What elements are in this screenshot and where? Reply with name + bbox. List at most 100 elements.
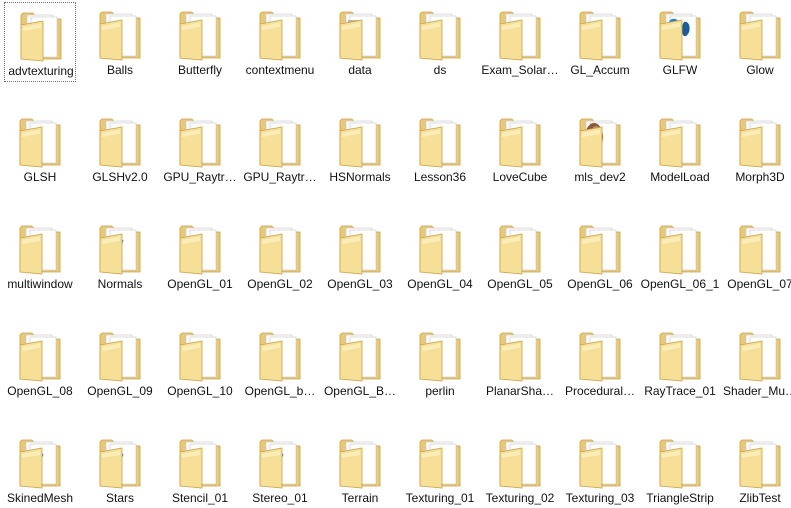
folder-icon [99, 439, 141, 489]
folder-label: mls_dev2 [574, 170, 626, 184]
folder-label: OpenGL_06 [567, 277, 633, 291]
folder-item[interactable]: PlanarSha… [484, 323, 556, 403]
folder-item[interactable]: Butterfly [164, 2, 236, 82]
folder-icon [659, 11, 701, 61]
folder-label: ds [433, 63, 447, 77]
folder-item[interactable]: GPU_Raytr… [163, 109, 237, 189]
folder-icon [179, 11, 221, 61]
folder-item[interactable]: Shader_Mu… [723, 323, 791, 403]
folder-item[interactable]: Texturing_01 [404, 430, 476, 508]
folder-item[interactable]: Stars [84, 430, 156, 508]
folder-label: OpenGL_01 [167, 277, 233, 291]
folder-label: OpenGL_07 [727, 277, 791, 291]
folder-item[interactable]: TriangleStrip [644, 430, 716, 508]
folder-icon [179, 439, 221, 489]
folder-item[interactable]: perlin [404, 323, 476, 403]
folder-icon [259, 225, 301, 275]
folder-item[interactable]: OpenGL_10 [164, 323, 236, 403]
folder-icon [419, 332, 461, 382]
folder-item[interactable]: OpenGL_b… [244, 323, 316, 403]
folder-icon [339, 118, 381, 168]
folder-label: OpenGL_10 [167, 384, 233, 398]
folder-item[interactable]: GPU_Raytr… [243, 109, 317, 189]
folder-label: GL_Accum [570, 63, 630, 77]
folder-item[interactable]: ModelLoad [644, 109, 716, 189]
folder-item[interactable]: Normals [84, 216, 156, 296]
folder-item[interactable]: OpenGL_04 [404, 216, 476, 296]
folder-icon [99, 118, 141, 168]
folder-label: Procedural… [564, 384, 636, 398]
folder-item[interactable]: Glow [724, 2, 791, 82]
folder-item[interactable]: Exam_Solar… [481, 2, 559, 82]
folder-label: GPU_Raytr… [243, 170, 317, 184]
folder-item[interactable]: OpenGL_09 [84, 323, 156, 403]
folder-icon [259, 332, 301, 382]
folder-item[interactable]: data [324, 2, 396, 82]
folder-icon [99, 11, 141, 61]
folder-label: OpenGL_06_1 [640, 277, 720, 291]
folder-label: OpenGL_04 [407, 277, 473, 291]
folder-item[interactable]: GLFW [644, 2, 716, 82]
folder-item[interactable]: multiwindow [4, 216, 76, 296]
folder-item[interactable]: GLSHv2.0 [84, 109, 156, 189]
folder-icon [20, 12, 62, 62]
folder-label: Normals [97, 277, 143, 291]
folder-icon [499, 11, 541, 61]
folder-item[interactable]: OpenGL_07 [724, 216, 791, 296]
folder-item[interactable]: Lesson36 [404, 109, 476, 189]
folder-icon [659, 118, 701, 168]
folder-label: Glow [746, 63, 774, 77]
folder-item[interactable]: Stereo_01 [244, 430, 316, 508]
folder-icon [499, 332, 541, 382]
folder-item[interactable]: GL_Accum [564, 2, 636, 82]
folder-item[interactable]: Texturing_03 [564, 430, 636, 508]
folder-label: multiwindow [7, 277, 73, 291]
folder-label: Butterfly [177, 63, 222, 77]
folder-item[interactable]: mls_dev2 [564, 109, 636, 189]
folder-icon [659, 225, 701, 275]
folder-label: LoveCube [492, 170, 548, 184]
folder-item[interactable]: Texturing_02 [484, 430, 556, 508]
folder-icon [659, 439, 701, 489]
folder-item[interactable]: Morph3D [724, 109, 791, 189]
folder-label: data [348, 63, 372, 77]
folder-item[interactable]: Terrain [324, 430, 396, 508]
folder-icon [179, 225, 221, 275]
folder-label: Stars [105, 491, 134, 505]
folder-item[interactable]: Stencil_01 [164, 430, 236, 508]
folder-item[interactable]: RayTrace_01 [644, 323, 716, 403]
folder-icon [739, 225, 781, 275]
folder-item[interactable]: Procedural… [564, 323, 636, 403]
folder-label: SkinedMesh [6, 491, 74, 505]
folder-label: GPU_Raytr… [163, 170, 237, 184]
folder-item[interactable]: GLSH [4, 109, 76, 189]
folder-label: perlin [425, 384, 455, 398]
folder-label: Stereo_01 [252, 491, 308, 505]
folder-item[interactable]: advtexturing [4, 2, 76, 82]
folder-item[interactable]: OpenGL_06 [564, 216, 636, 296]
folder-item[interactable]: OpenGL_03 [324, 216, 396, 296]
folder-label: OpenGL_08 [7, 384, 73, 398]
folder-item[interactable]: OpenGL_08 [4, 323, 76, 403]
folder-icon [339, 439, 381, 489]
folder-icon [419, 11, 461, 61]
folder-item[interactable]: contextmenu [244, 2, 316, 82]
folder-item[interactable]: OpenGL_B… [324, 323, 396, 403]
folder-item[interactable]: Balls [84, 2, 156, 82]
folder-item[interactable]: SkinedMesh [4, 430, 76, 508]
folder-item[interactable]: HSNormals [324, 109, 396, 189]
folder-item[interactable]: OpenGL_02 [244, 216, 316, 296]
folder-label: TriangleStrip [646, 491, 714, 505]
folder-icon [579, 332, 621, 382]
folder-item[interactable]: LoveCube [484, 109, 556, 189]
folder-item[interactable]: OpenGL_05 [484, 216, 556, 296]
folder-label: ZlibTest [739, 491, 781, 505]
folder-icon [179, 332, 221, 382]
folder-icon [499, 118, 541, 168]
folder-icon [259, 11, 301, 61]
folder-item[interactable]: ZlibTest [724, 430, 791, 508]
folder-label: RayTrace_01 [644, 384, 716, 398]
folder-item[interactable]: ds [404, 2, 476, 82]
folder-item[interactable]: OpenGL_06_1 [641, 216, 719, 296]
folder-item[interactable]: OpenGL_01 [164, 216, 236, 296]
